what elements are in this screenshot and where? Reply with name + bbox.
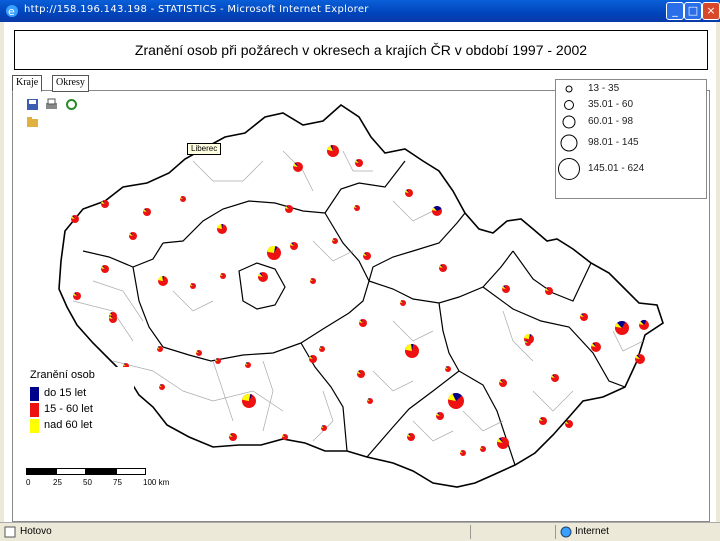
scale-tick: 100 km: [143, 478, 170, 487]
size-legend-label: 145.01 - 624: [588, 163, 645, 174]
scale-segment: [56, 468, 86, 475]
map-toolbar: [26, 98, 90, 127]
scale-segment: [86, 468, 116, 475]
legend-label-adults: 15 - 60 let: [44, 403, 93, 415]
size-legend: 13 - 35 35.01 - 60 60.01 - 98 98.01 - 14…: [555, 79, 707, 199]
size-circle-2: [564, 100, 574, 110]
size-legend-label: 13 - 35: [588, 83, 620, 94]
page-icon: [4, 526, 16, 541]
legend-swatch-children: [30, 387, 39, 401]
status-divider: [555, 525, 556, 539]
size-legend-label: 35.01 - 60: [588, 99, 634, 110]
scale-tick: 75: [113, 478, 122, 487]
color-legend-title: Zranění osob: [30, 369, 95, 381]
zone-label: Internet: [575, 526, 609, 537]
size-circle-5: [558, 158, 580, 180]
scale-bar: 0 25 50 75 100 km: [26, 468, 170, 494]
internet-zone-icon: [560, 526, 572, 541]
print-icon[interactable]: [45, 98, 58, 111]
refresh-icon[interactable]: [65, 98, 78, 111]
legend-label-children: do 15 let: [44, 387, 87, 399]
size-circle-3: [562, 115, 576, 129]
map-tooltip: Liberec: [187, 143, 222, 155]
size-legend-label: 60.01 - 98: [588, 116, 634, 127]
scale-tick: 0: [26, 478, 31, 487]
title-bar: e http://158.196.143.198 - STATISTICS - …: [0, 0, 720, 22]
size-circle-4: [560, 134, 578, 152]
legend-swatch-adults: [30, 403, 39, 417]
tab-kraje[interactable]: Kraje: [12, 75, 43, 92]
maximize-button[interactable]: □: [684, 2, 702, 20]
browser-window: e http://158.196.143.198 - STATISTICS - …: [0, 0, 720, 541]
svg-text:e: e: [8, 5, 15, 18]
window-title: http://158.196.143.198 - STATISTICS - Mi…: [24, 4, 369, 15]
header-box: Zranění osob při požárech v okresech a k…: [14, 30, 708, 70]
scale-tick: 50: [83, 478, 92, 487]
page-title: Zranění osob při požárech v okresech a k…: [134, 42, 588, 58]
close-button[interactable]: ×: [702, 2, 720, 20]
status-bar: Hotovo Internet: [0, 522, 720, 541]
scale-segment: [116, 468, 146, 475]
legend-label-seniors: nad 60 let: [44, 419, 93, 431]
minimize-button[interactable]: _: [666, 2, 684, 20]
status-text: Hotovo: [20, 526, 52, 537]
color-legend: Zranění osob do 15 let 15 - 60 let nad 6…: [24, 367, 134, 451]
scale-segment: [26, 468, 56, 475]
legend-swatch-seniors: [30, 419, 39, 433]
size-legend-label: 98.01 - 145: [588, 137, 639, 148]
page-content: Zranění osob při požárech v okresech a k…: [4, 22, 716, 522]
save-icon[interactable]: [26, 98, 39, 111]
tab-okresy[interactable]: Okresy: [52, 75, 89, 92]
size-circle-1: [565, 85, 573, 93]
export-icon[interactable]: [26, 116, 39, 129]
scale-tick: 25: [53, 478, 62, 487]
status-divider: [470, 525, 471, 539]
ie-icon: e: [4, 3, 20, 19]
